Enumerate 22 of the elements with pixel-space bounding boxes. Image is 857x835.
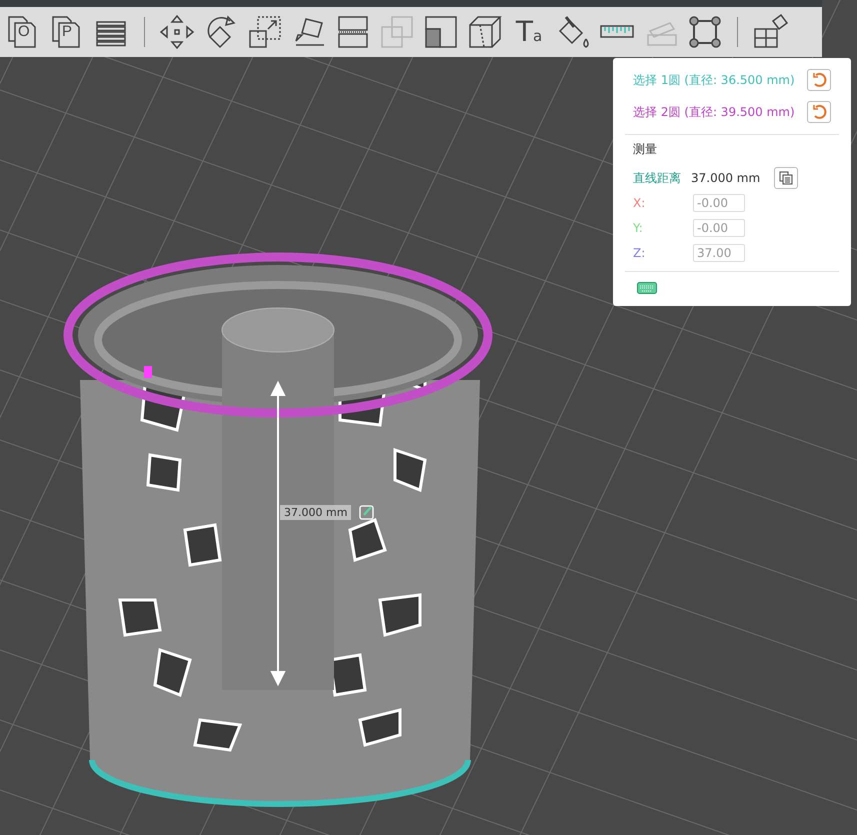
keyboard-icon[interactable] [637, 282, 657, 294]
copy-icon [778, 170, 794, 186]
axis-label: Y: [633, 220, 644, 234]
distance-label: 直线距离 [633, 170, 681, 186]
edit-icon[interactable] [359, 504, 376, 520]
plate-tool-button[interactable]: O [4, 12, 44, 52]
undo-icon [811, 104, 827, 120]
axis-label: X: [633, 196, 646, 210]
move-tool-button[interactable] [157, 12, 197, 52]
selection-label: 选择 2圆 (直径: 39.500 mm) [633, 104, 795, 120]
selection-label: 选择 1圆 (直径: 36.500 mm) [633, 72, 795, 88]
measure-title: 测量 [633, 141, 658, 158]
axis-label: Z: [633, 246, 646, 260]
copy-button[interactable] [774, 167, 798, 189]
dimension-label: 37.000 mm [280, 504, 352, 520]
distance-value: 37.000 mm [691, 171, 760, 185]
plate-tool-button[interactable]: P [48, 12, 88, 52]
reset-button[interactable] [807, 101, 831, 123]
undo-icon [811, 72, 827, 88]
reset-button[interactable] [807, 69, 831, 91]
move-icon [158, 13, 196, 51]
text-tool-button[interactable]: Ta [509, 12, 549, 52]
